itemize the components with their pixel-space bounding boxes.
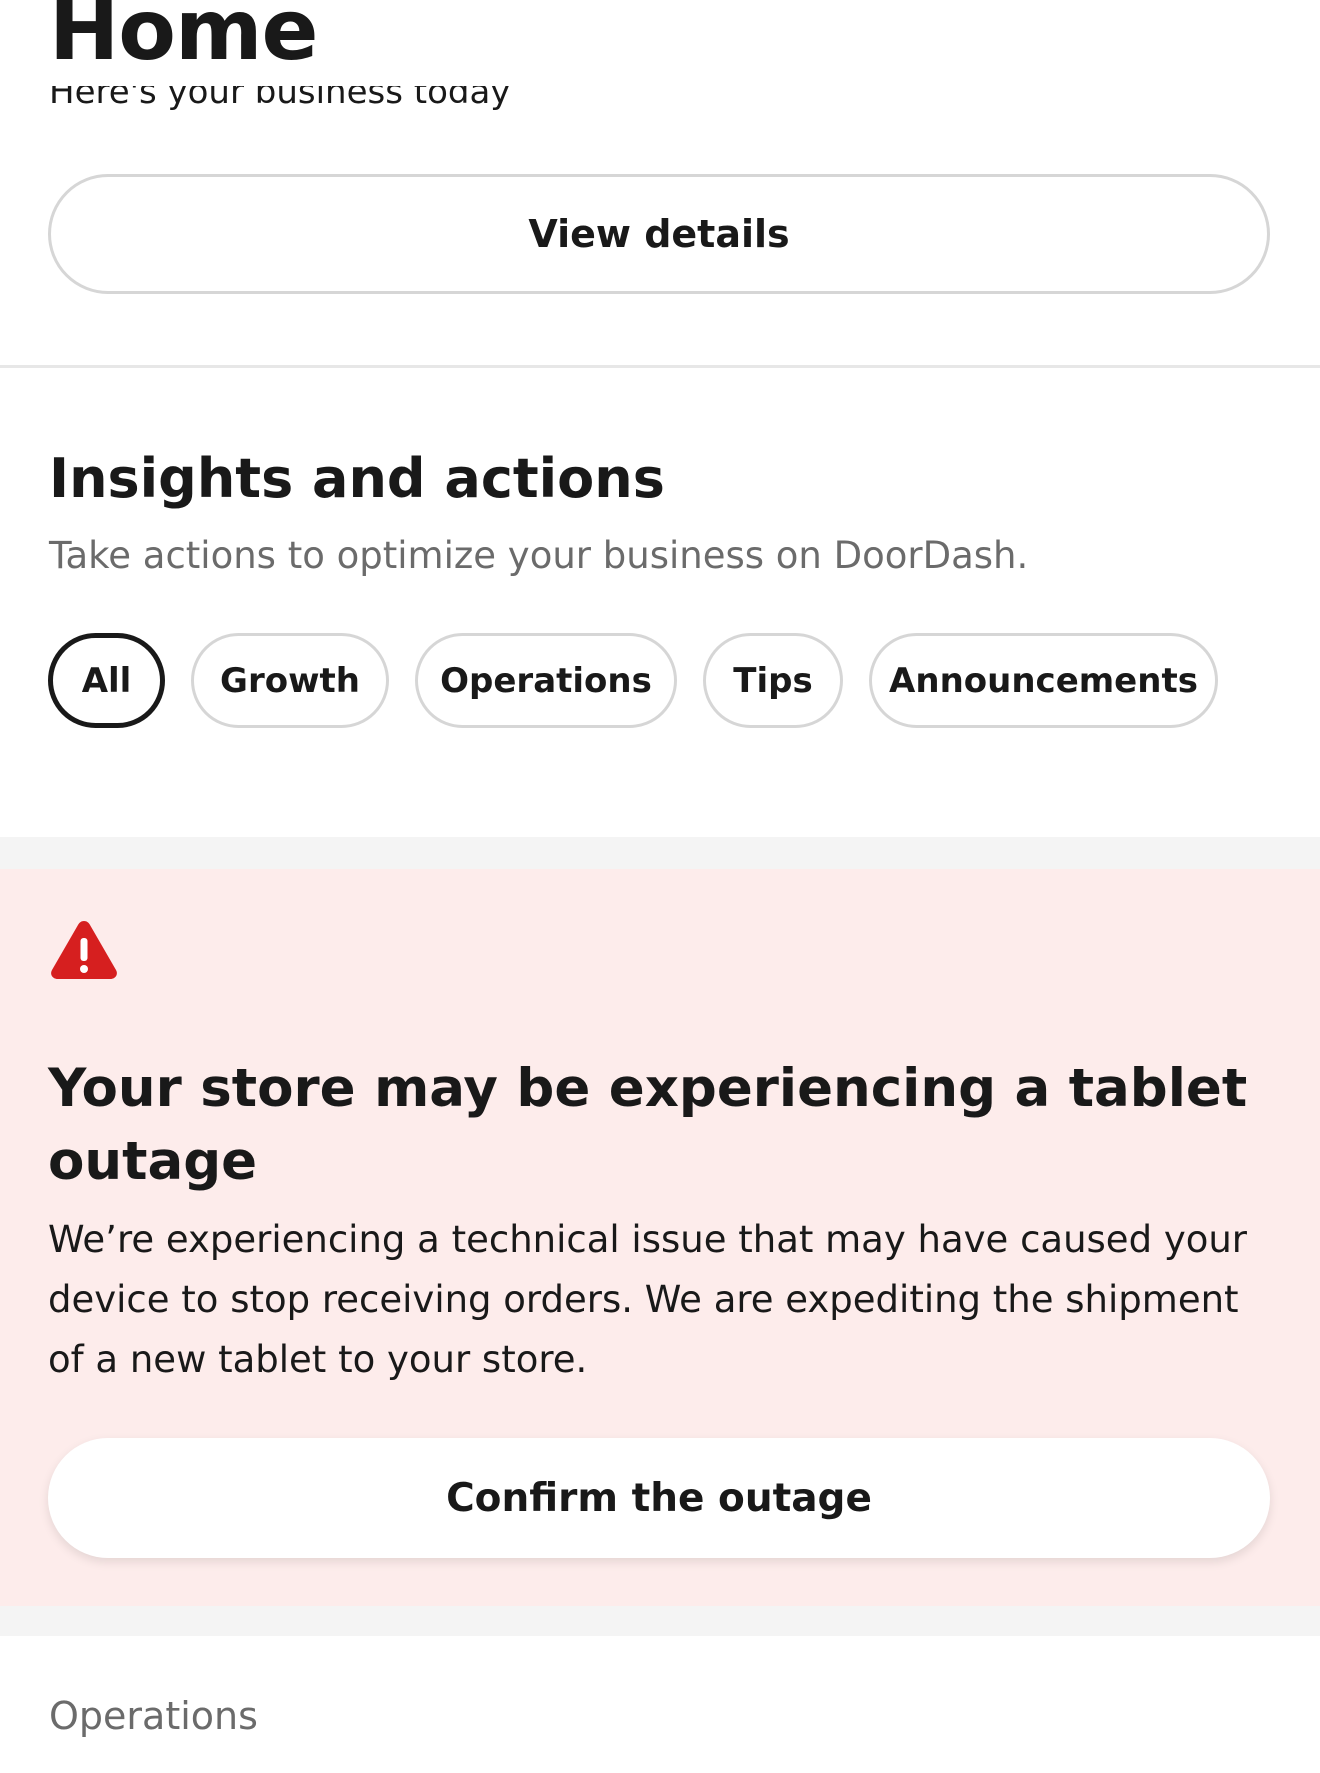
operations-section-label: Operations — [49, 1694, 258, 1738]
warning-icon — [51, 921, 117, 979]
filter-chip-operations[interactable]: Operations — [415, 633, 677, 728]
section-divider — [0, 365, 1320, 368]
page-subtitle-text: Here's your business today — [49, 86, 511, 112]
confirm-outage-button[interactable]: Confirm the outage — [48, 1438, 1270, 1558]
alert-title: Your store may be experiencing a tablet … — [48, 1058, 1248, 1192]
page-title: Home — [49, 0, 319, 79]
section-separator — [0, 837, 1320, 869]
insights-description: Take actions to optimize your business o… — [49, 534, 1029, 577]
filter-chip-growth[interactable]: Growth — [191, 633, 389, 728]
page-subtitle-clipped: Here's your business today — [49, 86, 549, 120]
filter-chip-announcements[interactable]: Announcements — [869, 633, 1218, 728]
insights-title: Insights and actions — [49, 447, 665, 510]
section-separator — [0, 1606, 1320, 1636]
filter-chip-tips[interactable]: Tips — [703, 633, 843, 728]
filter-chip-all[interactable]: All — [48, 633, 165, 728]
home-screen: Home Here's your business today View det… — [0, 0, 1320, 1773]
insights-filter-chips: All Growth Operations Tips Announcements — [48, 633, 1218, 728]
alert-body: We’re experiencing a technical issue tha… — [48, 1218, 1248, 1381]
view-details-button[interactable]: View details — [48, 174, 1270, 294]
